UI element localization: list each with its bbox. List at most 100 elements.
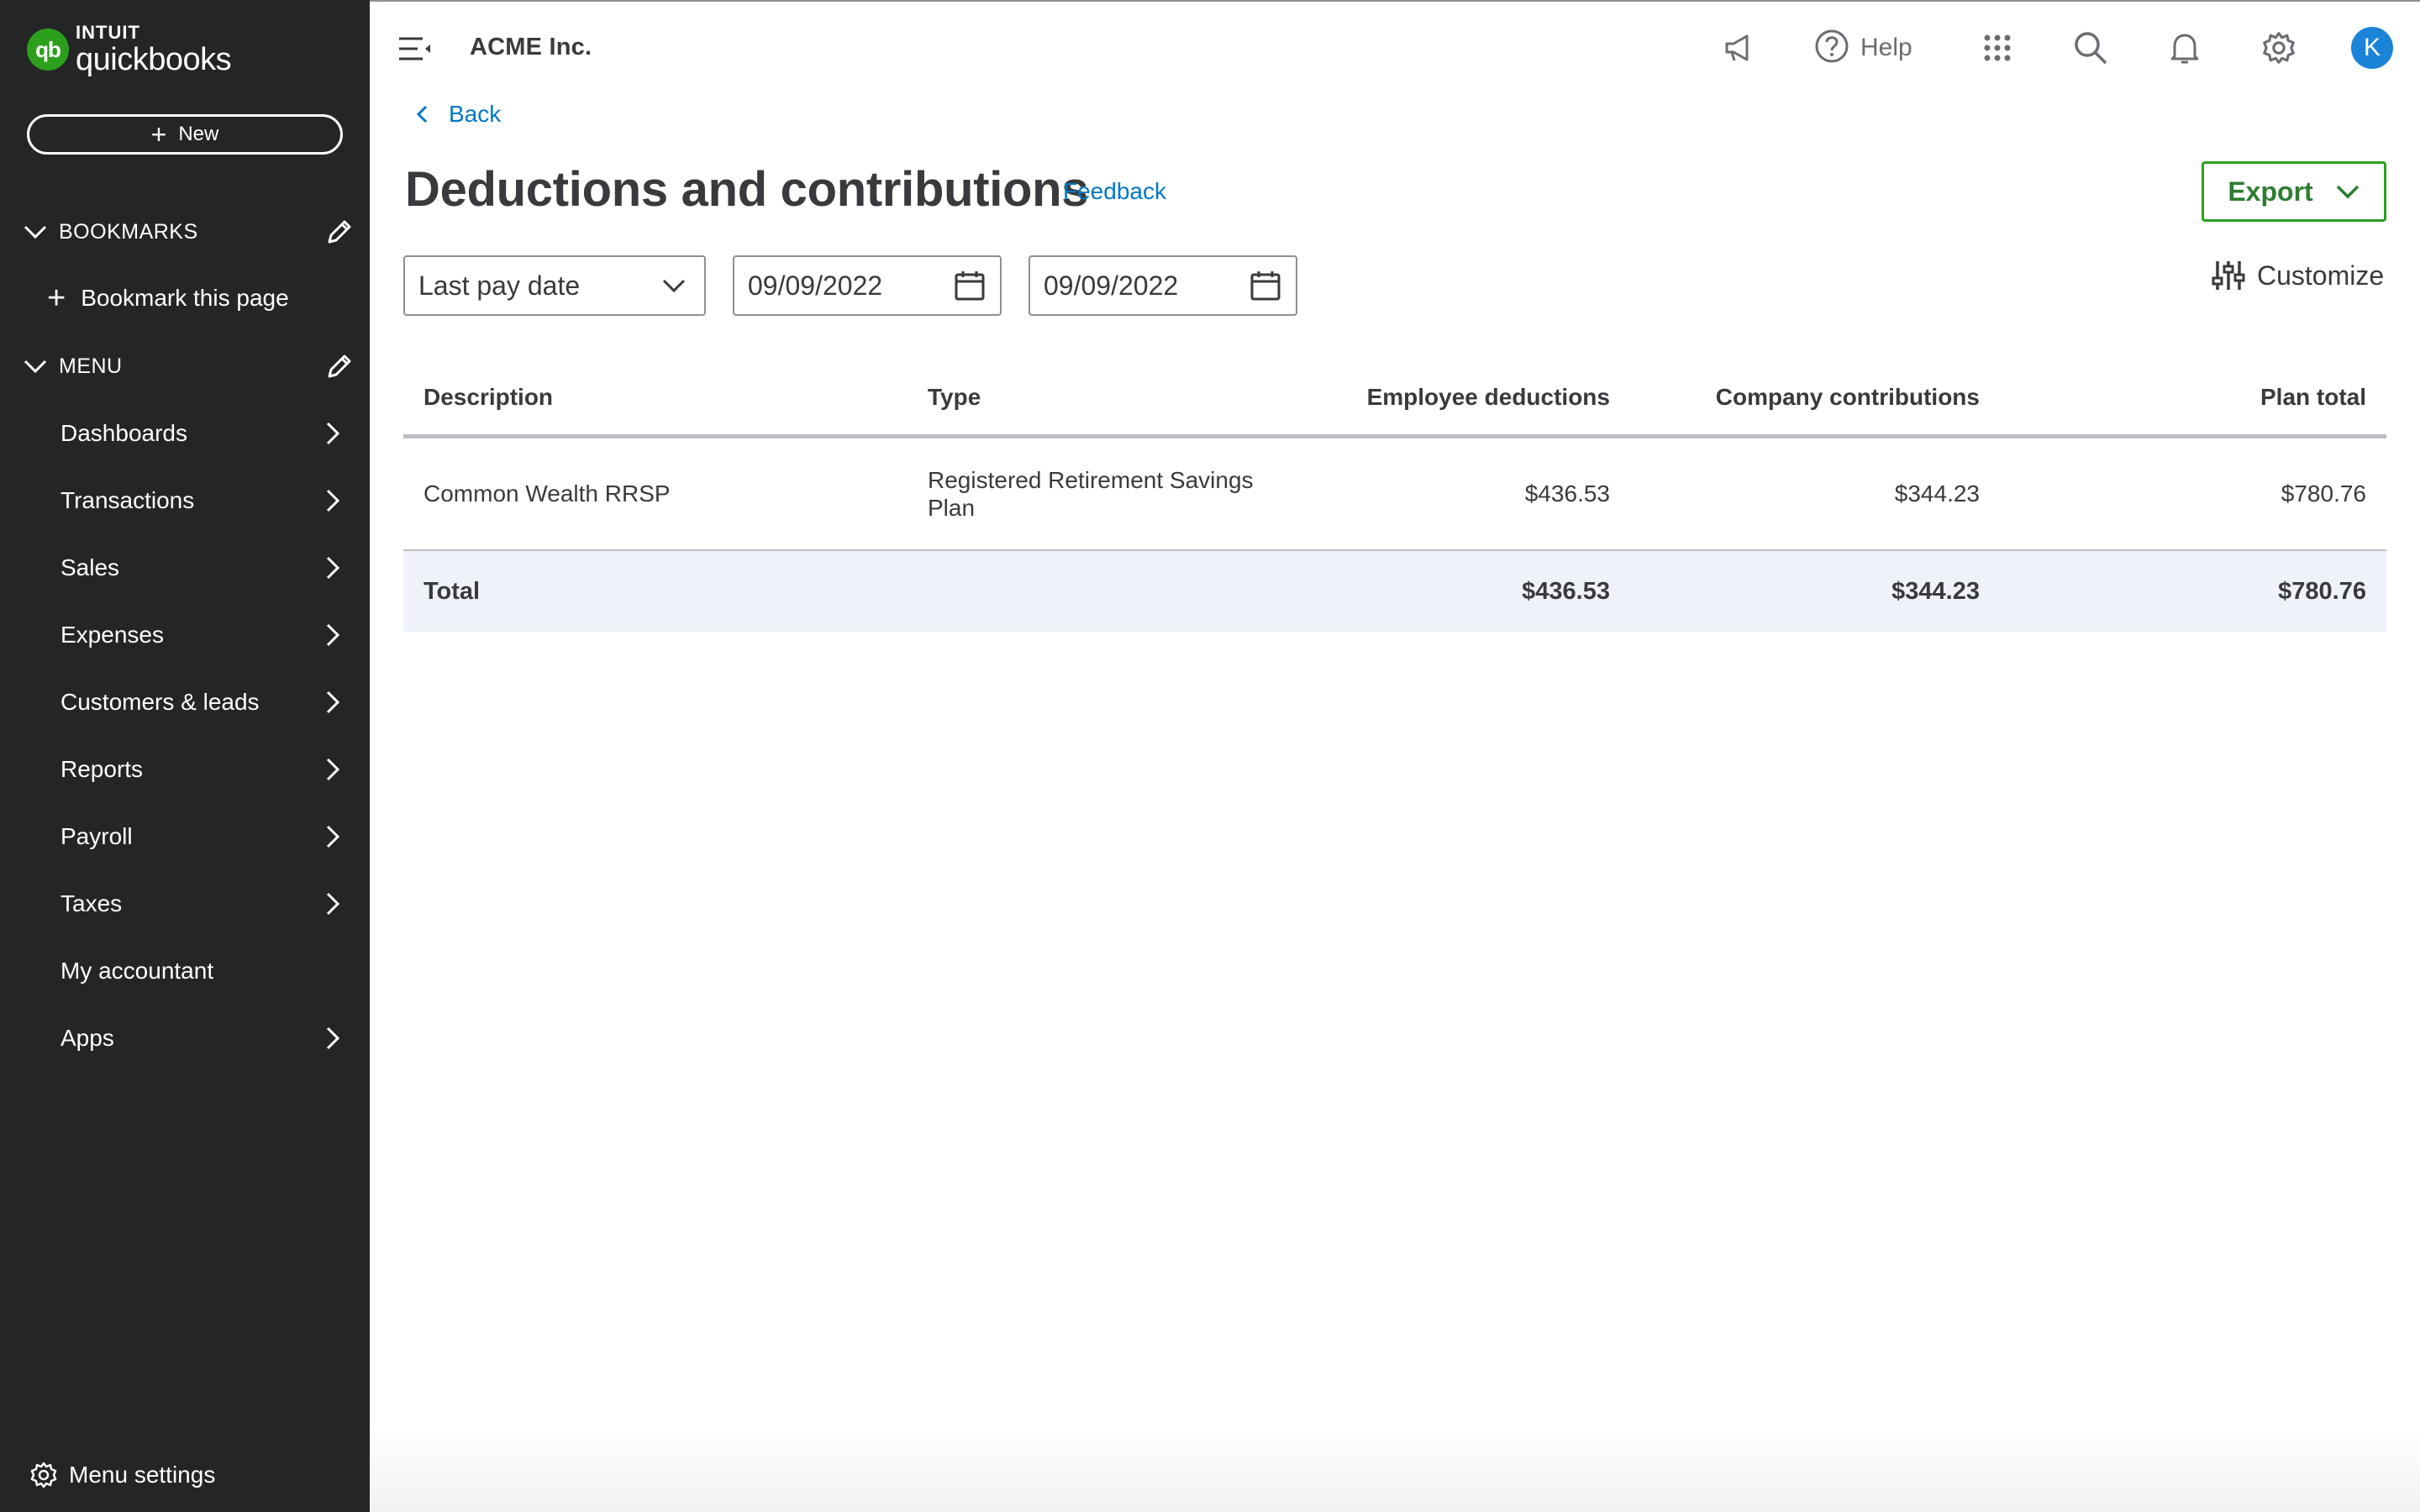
- sidebar-item-sales[interactable]: Sales: [0, 541, 370, 595]
- column-header-employee-deductions[interactable]: Employee deductions: [1294, 384, 1630, 411]
- plus-icon: +: [150, 119, 167, 150]
- top-bar: ACME Inc. Help K: [370, 0, 2420, 94]
- start-date-value: 09/09/2022: [748, 270, 883, 301]
- help-label: Help: [1860, 34, 1912, 61]
- menu-heading: MENU: [59, 354, 123, 378]
- end-date-value: 09/09/2022: [1044, 270, 1179, 301]
- chevron-right-icon: [316, 887, 350, 921]
- quickbooks-logo[interactable]: qb INTUIT quickbooks: [27, 22, 232, 77]
- column-header-company-contributions[interactable]: Company contributions: [1630, 384, 2000, 411]
- total-company-contributions: $344.23: [1891, 577, 1980, 605]
- menu-section-header[interactable]: MENU: [20, 349, 356, 383]
- chevron-right-icon: [316, 618, 350, 652]
- sidebar-item-expenses[interactable]: Expenses: [0, 608, 370, 662]
- feedback-link[interactable]: Feedback: [1063, 178, 1166, 205]
- apps-grid-icon[interactable]: [1976, 27, 2018, 69]
- chevron-right-icon: [316, 753, 350, 786]
- cell-description: Common Wealth RRSP: [424, 480, 671, 507]
- sidebar-item-label: Customers & leads: [60, 689, 260, 715]
- qb-logo-icon: qb: [27, 29, 69, 71]
- sidebar-item-label: Expenses: [60, 622, 164, 648]
- chevron-right-icon: [316, 484, 350, 517]
- sidebar-item-apps[interactable]: Apps: [0, 1011, 370, 1065]
- sidebar-item-label: Apps: [60, 1025, 114, 1051]
- sidebar-item-label: My accountant: [60, 958, 214, 984]
- menu-settings[interactable]: Menu settings: [27, 1458, 215, 1492]
- sidebar-item-transactions[interactable]: Transactions: [0, 474, 370, 528]
- edit-menu-pencil-icon[interactable]: [323, 349, 356, 383]
- collapse-menu-icon[interactable]: [397, 32, 434, 66]
- sidebar-item-label: Transactions: [60, 487, 195, 513]
- total-plan-total: $780.76: [2278, 577, 2366, 605]
- column-header-type[interactable]: Type: [908, 383, 1294, 411]
- bookmark-this-page[interactable]: + Bookmark this page: [47, 282, 289, 314]
- export-label: Export: [2228, 176, 2313, 207]
- chevron-down-icon: [20, 217, 50, 247]
- customize-button[interactable]: Customize: [2210, 257, 2384, 294]
- help-button[interactable]: Help: [1813, 27, 1912, 69]
- edit-bookmarks-pencil-icon[interactable]: [323, 215, 356, 249]
- sidebar-item-dashboards[interactable]: Dashboards: [0, 407, 370, 460]
- back-label: Back: [449, 101, 502, 127]
- page-title: Deductions and contributions: [405, 162, 1089, 217]
- date-type-value: Last pay date: [418, 270, 581, 301]
- total-employee-deductions: $436.53: [1522, 577, 1610, 605]
- plus-icon: +: [47, 281, 66, 316]
- menu-settings-label: Menu settings: [69, 1462, 216, 1488]
- avatar[interactable]: K: [2351, 27, 2393, 69]
- chevron-right-icon: [316, 1021, 350, 1055]
- sidebar-item-taxes[interactable]: Taxes: [0, 877, 370, 931]
- search-icon[interactable]: [2070, 27, 2112, 69]
- brand-intuit: INTUIT: [76, 22, 140, 43]
- chevron-left-icon: [410, 102, 434, 126]
- sliders-icon: [2210, 257, 2247, 294]
- chevron-down-icon: [2335, 179, 2360, 204]
- chevron-down-icon: [655, 267, 692, 304]
- sidebar-item-payroll[interactable]: Payroll: [0, 810, 370, 864]
- start-date-field[interactable]: 09/09/2022: [733, 255, 1002, 316]
- date-type-select[interactable]: Last pay date: [403, 255, 706, 316]
- sidebar: qb INTUIT quickbooks + New BOOKMARKS + B…: [0, 0, 370, 1512]
- cell-company-contributions: $344.23: [1894, 480, 1980, 507]
- back-link[interactable]: Back: [410, 101, 501, 128]
- bell-icon[interactable]: [2164, 27, 2206, 69]
- cell-employee-deductions: $436.53: [1524, 480, 1610, 507]
- bookmark-this-page-label: Bookmark this page: [81, 285, 289, 311]
- cell-type: Registered Retirement Savings Plan: [928, 467, 1254, 521]
- gear-icon[interactable]: [2258, 27, 2300, 69]
- column-header-plan-total[interactable]: Plan total: [2000, 384, 2386, 411]
- chevron-right-icon: [316, 417, 350, 450]
- export-button[interactable]: Export: [2202, 161, 2386, 222]
- total-row: Total $436.53 $344.23 $780.76: [403, 551, 2386, 632]
- calendar-icon[interactable]: [951, 267, 988, 304]
- sidebar-item-my-accountant[interactable]: My accountant: [0, 944, 370, 998]
- customize-label: Customize: [2257, 260, 2385, 291]
- sidebar-item-label: Reports: [60, 756, 144, 782]
- sidebar-item-label: Taxes: [60, 890, 123, 916]
- end-date-field[interactable]: 09/09/2022: [1028, 255, 1297, 316]
- total-label: Total: [424, 577, 481, 605]
- new-button[interactable]: + New: [27, 114, 343, 155]
- table-header: Description Type Employee deductions Com…: [403, 360, 2386, 438]
- sidebar-item-label: Dashboards: [60, 420, 187, 446]
- sidebar-item-label: Payroll: [60, 823, 133, 849]
- bookmarks-section-header[interactable]: BOOKMARKS: [20, 215, 356, 249]
- chevron-right-icon: [316, 685, 350, 719]
- table-row[interactable]: Common Wealth RRSP Registered Retirement…: [403, 438, 2386, 551]
- bookmarks-heading: BOOKMARKS: [59, 219, 198, 244]
- company-name[interactable]: ACME Inc.: [470, 34, 592, 61]
- sidebar-item-reports[interactable]: Reports: [0, 743, 370, 796]
- sidebar-item-customers-leads[interactable]: Customers & leads: [0, 675, 370, 729]
- column-header-description[interactable]: Description: [403, 384, 908, 411]
- chevron-right-icon: [316, 551, 350, 585]
- chevron-down-icon: [20, 351, 50, 381]
- brand-quickbooks: quickbooks: [76, 42, 232, 77]
- cell-plan-total: $780.76: [2281, 480, 2366, 507]
- calendar-icon[interactable]: [1247, 267, 1284, 304]
- gear-icon: [27, 1458, 60, 1492]
- help-icon: [1813, 28, 1850, 69]
- megaphone-icon[interactable]: [1718, 27, 1760, 69]
- sidebar-item-label: Sales: [60, 554, 120, 580]
- new-button-label: New: [178, 123, 219, 145]
- chevron-right-icon: [316, 820, 350, 853]
